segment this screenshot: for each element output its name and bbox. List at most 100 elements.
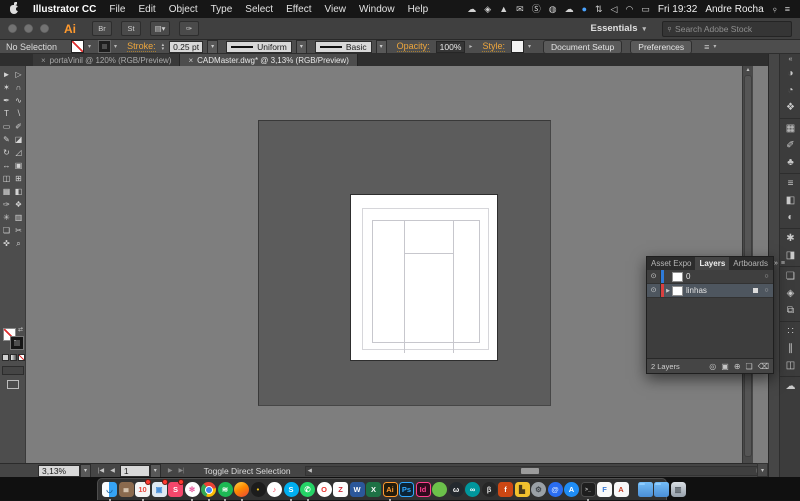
- panel-collapse-icon[interactable]: »: [772, 257, 780, 270]
- panel-tab-asset-expo[interactable]: Asset Expo: [647, 257, 695, 270]
- stroke-weight-field[interactable]: 0.25 pt: [169, 40, 204, 53]
- dock-vinyl-app[interactable]: •: [250, 479, 266, 500]
- brush-definition-combo[interactable]: Basic: [314, 40, 372, 53]
- arrange-documents-icon[interactable]: ▤▾: [150, 21, 170, 36]
- dock-photoshop[interactable]: Ps: [399, 479, 414, 500]
- last-artboard-button[interactable]: ▶|: [178, 467, 184, 474]
- curvature-tool[interactable]: ∿: [13, 94, 25, 107]
- workspace-switcher[interactable]: Essentials ▾: [590, 23, 650, 34]
- preferences-button[interactable]: Preferences: [630, 39, 693, 54]
- clipping-mask-icon[interactable]: ▣: [721, 362, 729, 371]
- width-profile-dropdown[interactable]: ▾: [295, 39, 307, 54]
- menu-effect[interactable]: Effect: [286, 4, 311, 15]
- symbol-sprayer-tool[interactable]: ✳: [1, 211, 13, 224]
- dock-folder-applications[interactable]: [637, 479, 653, 500]
- dock-notebook-app[interactable]: ≣: [118, 479, 134, 500]
- apple-menu-icon[interactable]: [10, 1, 20, 14]
- slice-tool[interactable]: ✂: [13, 224, 25, 237]
- dock-spotify[interactable]: ≋: [217, 479, 233, 501]
- wifi-icon[interactable]: ◠: [625, 0, 633, 18]
- dock-indesign[interactable]: Id: [415, 479, 431, 500]
- stroke-weight-dropdown[interactable]: ▾: [207, 39, 219, 54]
- dock-excel[interactable]: X: [366, 479, 381, 500]
- shape-builder-tool[interactable]: ◫: [1, 172, 13, 185]
- style-panel-link[interactable]: Style:: [482, 41, 505, 52]
- expand-panels-icon[interactable]: «: [789, 54, 793, 64]
- dock-opera[interactable]: O: [316, 479, 332, 500]
- horizontal-scroll-thumb[interactable]: [520, 467, 539, 474]
- chat-icon[interactable]: ✉: [516, 0, 524, 18]
- blue-globe-icon[interactable]: ●: [582, 0, 587, 18]
- horizontal-scrollbar[interactable]: ◀ ▶: [304, 465, 764, 476]
- layer-row-0[interactable]: ⊙ 0 ○: [647, 270, 773, 284]
- artboard-tool[interactable]: ❏: [1, 224, 13, 237]
- drawing-modes-button[interactable]: [2, 366, 24, 375]
- expand-arrow-icon[interactable]: ▶: [664, 288, 672, 294]
- new-layer-icon[interactable]: ❏: [746, 362, 753, 371]
- opacity-dropdown-icon[interactable]: ▸: [469, 43, 472, 50]
- dock-chrome[interactable]: [201, 479, 216, 501]
- color-themes-panel-icon[interactable]: ❖: [786, 103, 795, 113]
- drive-triangle-icon[interactable]: ▲: [499, 0, 508, 18]
- paintbrush-tool[interactable]: ✐: [13, 120, 25, 133]
- cloud-sync-icon[interactable]: ☁: [467, 0, 476, 18]
- delete-layer-icon[interactable]: ⌫: [758, 362, 769, 371]
- new-sublayer-icon[interactable]: ⊕: [734, 362, 741, 371]
- next-artboard-button[interactable]: ▶: [168, 467, 173, 474]
- dock-whatsapp[interactable]: ✆: [300, 479, 315, 501]
- cc-libraries-panel-icon[interactable]: ☁: [786, 382, 796, 392]
- gradient-mode-button[interactable]: [10, 354, 17, 361]
- dock-folder-downloads[interactable]: [654, 479, 669, 500]
- dock-github[interactable]: ω: [448, 479, 464, 500]
- stroke-weight-stepper[interactable]: ▴ ▾: [162, 42, 165, 51]
- appearance-panel-icon[interactable]: ✱: [786, 234, 794, 244]
- menu-type[interactable]: Type: [211, 4, 233, 15]
- brushes-panel-icon[interactable]: ✐: [786, 141, 794, 151]
- dock-processing[interactable]: β: [481, 479, 497, 500]
- opacity-panel-link[interactable]: Opacity:: [396, 41, 430, 52]
- menu-select[interactable]: Select: [245, 4, 273, 15]
- close-tab-icon[interactable]: ×: [41, 56, 46, 65]
- dock-skype[interactable]: S: [283, 479, 299, 501]
- rotate-tool[interactable]: ↻: [1, 146, 13, 159]
- document-tab-2[interactable]: × CADMaster.dwg* @ 3,13% (RGB/Preview): [180, 54, 358, 66]
- menu-edit[interactable]: Edit: [138, 4, 155, 15]
- scrollbar-corner[interactable]: ▾: [757, 463, 768, 477]
- cad-drawing-page[interactable]: [350, 194, 498, 361]
- notification-center-icon[interactable]: ≡: [785, 0, 790, 18]
- align-options-dropdown[interactable]: ▾: [713, 43, 716, 50]
- dock-terminal[interactable]: >_: [580, 479, 596, 501]
- pencil-tool[interactable]: ✎: [1, 133, 13, 146]
- line-segment-tool[interactable]: ∖: [13, 107, 25, 120]
- stroke-indicator[interactable]: [10, 336, 24, 350]
- panel-tab-layers[interactable]: Layers: [695, 257, 730, 270]
- artboard-number-field[interactable]: 1: [119, 464, 150, 477]
- fill-dropdown-icon[interactable]: ▾: [88, 43, 91, 50]
- menu-object[interactable]: Object: [169, 4, 198, 15]
- volume-icon[interactable]: ◁: [611, 0, 618, 18]
- panel-tab-artboards[interactable]: Artboards: [729, 257, 772, 270]
- zoom-level-field[interactable]: 3,13%: [38, 464, 80, 477]
- dock-music[interactable]: ♪: [267, 479, 282, 500]
- dock-photos-album[interactable]: ▣: [151, 479, 168, 500]
- lasso-tool[interactable]: ∩: [13, 81, 25, 94]
- target-circle-icon[interactable]: ○: [760, 273, 773, 280]
- align-panel-icon[interactable]: ∥: [788, 344, 793, 354]
- symbols-panel-icon[interactable]: ♣: [787, 158, 794, 168]
- direct-selection-tool[interactable]: ▷: [13, 68, 25, 81]
- globe-app-icon[interactable]: ◍: [549, 0, 557, 18]
- free-transform-tool[interactable]: ▣: [13, 159, 25, 172]
- share-icon[interactable]: ✑: [179, 21, 199, 36]
- battery-icon[interactable]: ▭: [641, 0, 650, 18]
- width-tool[interactable]: ↔: [1, 159, 13, 172]
- document-tab-1[interactable]: × portaVinil @ 120% (RGB/Preview): [33, 54, 181, 66]
- panel-menu-icon[interactable]: ≡: [780, 257, 788, 270]
- dock-appstore[interactable]: A: [564, 479, 579, 500]
- zoom-dropdown[interactable]: ▾: [80, 463, 91, 478]
- align-options-icon[interactable]: ≡: [704, 42, 709, 52]
- mesh-tool[interactable]: ▦: [1, 185, 13, 198]
- dock-calendar[interactable]: 10: [135, 479, 151, 501]
- width-profile-combo[interactable]: Uniform: [226, 40, 292, 53]
- style-dropdown-icon[interactable]: ▾: [528, 43, 531, 50]
- dock-firefox[interactable]: [234, 479, 249, 501]
